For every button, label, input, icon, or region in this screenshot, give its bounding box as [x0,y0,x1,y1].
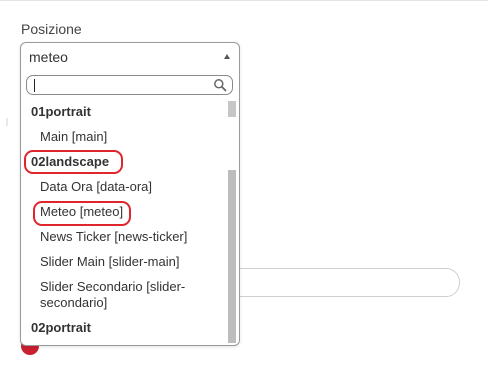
top-divider [0,0,488,1]
field-label-posizione: Posizione [21,21,82,37]
highlight-meteo [33,201,131,226]
dropdown-scrollbar[interactable] [228,101,236,343]
background-text-field[interactable] [226,268,460,297]
scrollbar-top-segment[interactable] [228,101,236,117]
option-news-ticker[interactable]: News Ticker [news-ticker] [40,229,210,245]
background-marker [6,118,8,126]
selected-value: meteo [29,49,68,65]
position-select-dropdown[interactable]: meteo 01portrait Main [main] 02landscape… [20,42,240,346]
option-main[interactable]: Main [main] [40,129,210,145]
chevron-up-icon[interactable] [224,54,230,59]
select-header[interactable]: meteo [21,43,239,71]
option-slider-secondario[interactable]: Slider Secondario [slider-secondario] [40,279,210,311]
group-01portrait: 01portrait [31,104,91,119]
search-icon [214,79,227,92]
option-slider-main[interactable]: Slider Main [slider-main] [40,254,210,270]
group-02portrait: 02portrait [31,320,91,335]
highlight-02landscape [24,150,123,174]
scrollbar-thumb[interactable] [228,170,236,343]
dropdown-search-input[interactable] [26,75,233,95]
text-caret [34,79,35,92]
option-data-ora[interactable]: Data Ora [data-ora] [40,179,210,195]
